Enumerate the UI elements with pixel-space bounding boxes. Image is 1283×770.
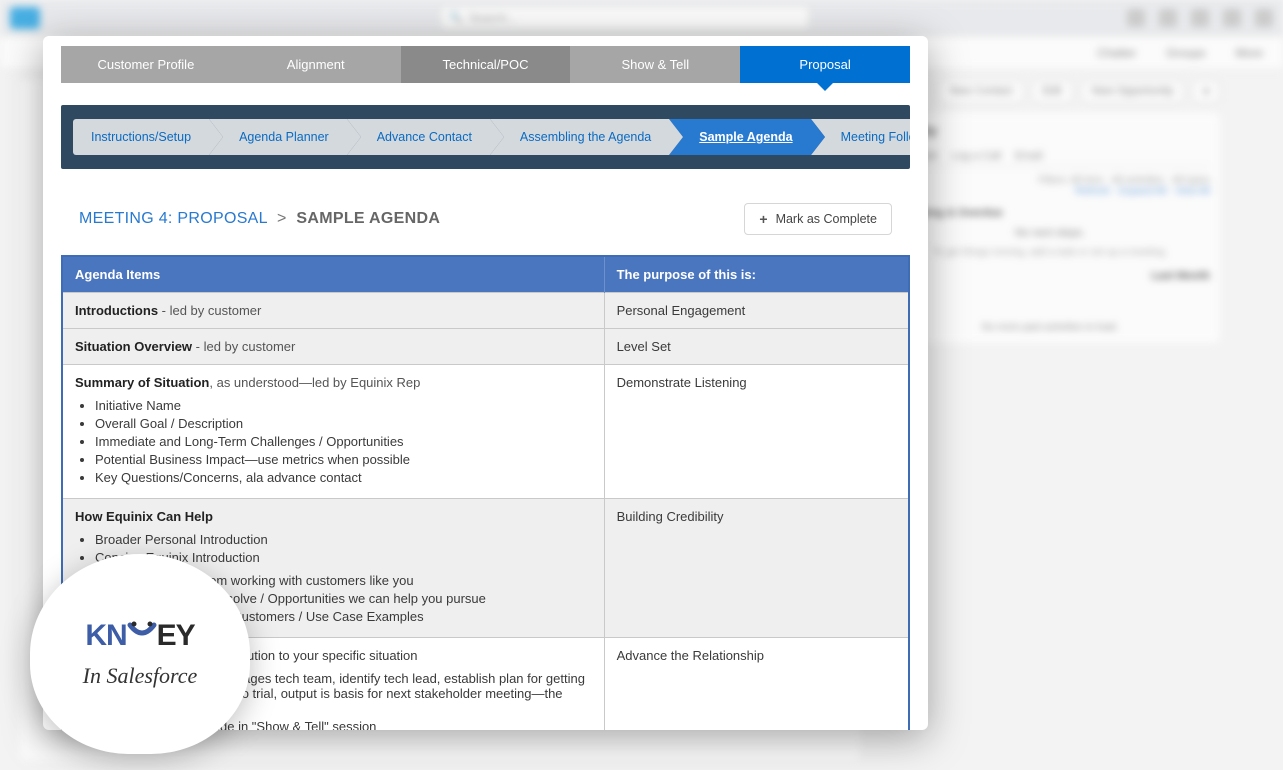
tab-alignment[interactable]: Alignment xyxy=(231,46,401,83)
tab-proposal[interactable]: Proposal xyxy=(740,46,910,83)
header-utility-icons xyxy=(1127,9,1273,27)
breadcrumb-sep: > xyxy=(277,210,287,227)
activity-title: Activity xyxy=(890,123,1210,138)
step-sample-agenda[interactable]: Sample Agenda xyxy=(669,119,810,155)
knvey-logo: KN EY xyxy=(85,619,194,653)
breadcrumb: MEETING 4: PROPOSAL > SAMPLE AGENDA xyxy=(79,210,440,228)
agenda-item-cell: Introductions - led by customer xyxy=(62,293,604,329)
global-search[interactable]: Search... xyxy=(440,6,810,30)
th-purpose: The purpose of this is: xyxy=(604,256,909,293)
agenda-item-cell: Situation Overview - led by customer xyxy=(62,329,604,365)
tab-show-tell[interactable]: Show & Tell xyxy=(570,46,740,83)
table-row: Introductions - led by customerPersonal … xyxy=(62,293,909,329)
tab-technical-poc[interactable]: Technical/POC xyxy=(401,46,571,83)
plus-icon: + xyxy=(759,211,767,227)
agenda-item-cell: Summary of Situation, as understood—led … xyxy=(62,365,604,499)
tab-customer-profile[interactable]: Customer Profile xyxy=(61,46,231,83)
step-meeting-follow-up[interactable]: Meeting Follow-Up xyxy=(811,119,910,155)
purpose-cell: Building Credibility xyxy=(604,499,909,638)
breadcrumb-row: MEETING 4: PROPOSAL > SAMPLE AGENDA + Ma… xyxy=(79,203,892,235)
salesforce-logo xyxy=(10,7,40,29)
bg-action-buttons: New Contact Edit New Opportunity ▾ xyxy=(880,80,1220,103)
th-agenda-items: Agenda Items xyxy=(62,256,604,293)
step-agenda-planner[interactable]: Agenda Planner xyxy=(209,119,347,155)
badge-subtitle: In Salesforce xyxy=(83,663,198,689)
step-advance-contact[interactable]: Advance Contact xyxy=(347,119,490,155)
chevron-steps: Instructions/SetupAgenda PlannerAdvance … xyxy=(61,105,910,169)
step-instructions-setup[interactable]: Instructions/Setup xyxy=(73,119,209,155)
knvey-badge: KN EY In Salesforce xyxy=(30,554,250,754)
top-tabs: Customer ProfileAlignmentTechnical/POCSh… xyxy=(61,46,910,83)
mark-complete-button[interactable]: + Mark as Complete xyxy=(744,203,892,235)
purpose-cell: Advance the Relationship xyxy=(604,638,909,731)
step-assembling-the-agenda[interactable]: Assembling the Agenda xyxy=(490,119,669,155)
table-row: Summary of Situation, as understood—led … xyxy=(62,365,909,499)
breadcrumb-prefix: MEETING 4: PROPOSAL xyxy=(79,210,267,227)
breadcrumb-page: SAMPLE AGENDA xyxy=(296,210,440,227)
purpose-cell: Demonstrate Listening xyxy=(604,365,909,499)
purpose-cell: Personal Engagement xyxy=(604,293,909,329)
mark-complete-label: Mark as Complete xyxy=(776,212,877,226)
smile-icon xyxy=(127,619,157,645)
purpose-cell: Level Set xyxy=(604,329,909,365)
table-row: Situation Overview - led by customerLeve… xyxy=(62,329,909,365)
